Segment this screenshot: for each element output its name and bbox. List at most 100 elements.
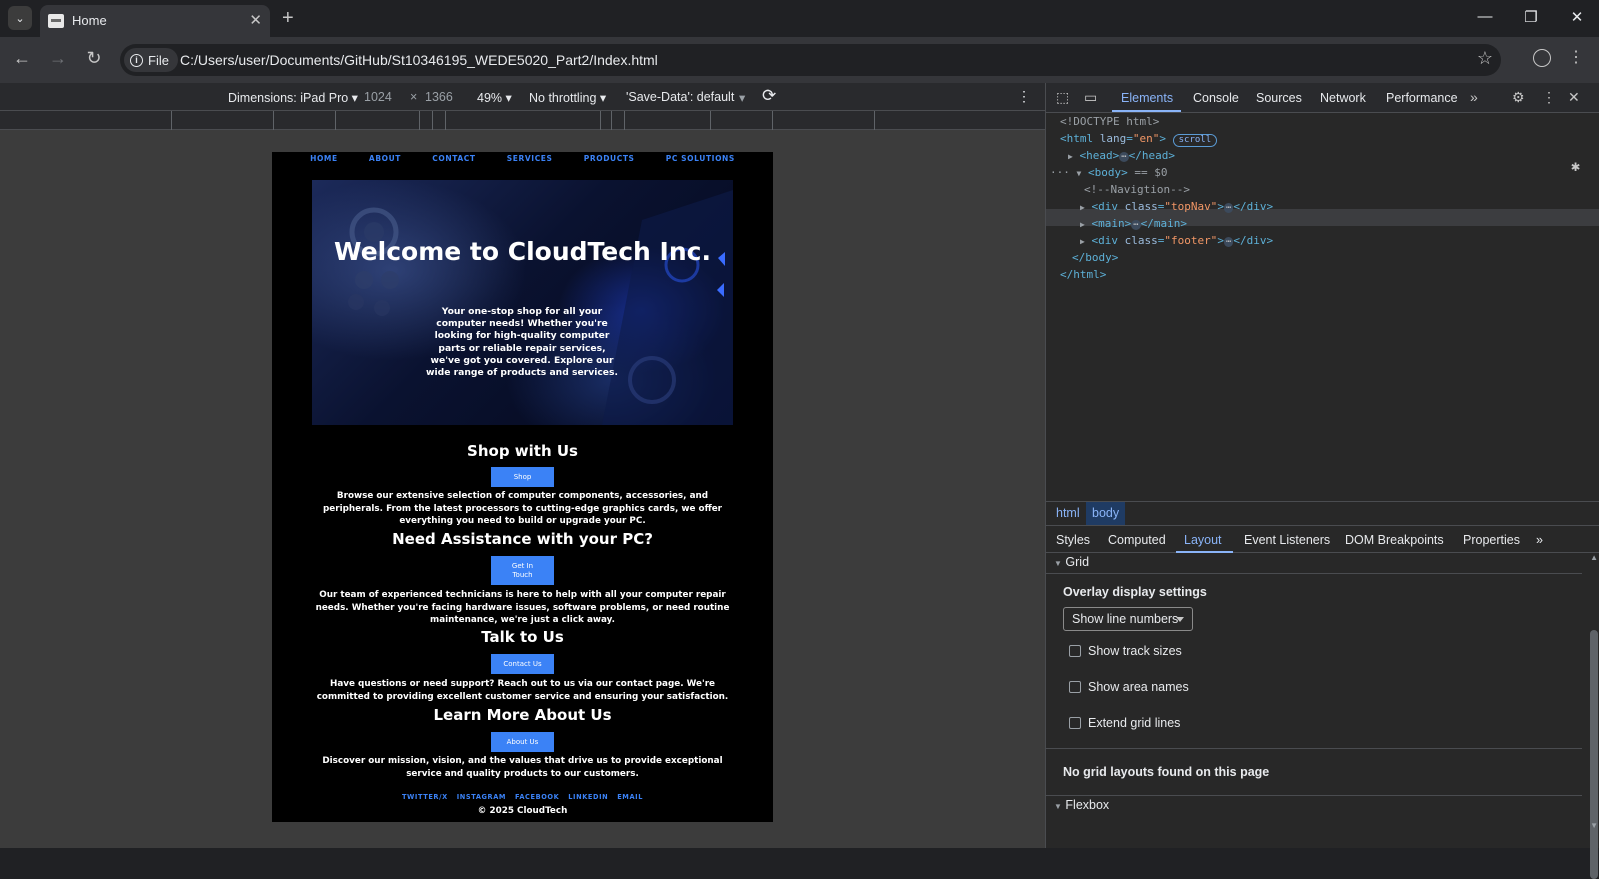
dom-head[interactable]: ▶ <head> ⋯ </head> — [1068, 147, 1175, 164]
emulated-page: HOME ABOUT CONTACT SERVICES PRODUCTS PC … — [272, 152, 773, 822]
show-track-sizes-checkbox[interactable] — [1069, 645, 1081, 657]
tab-sources[interactable]: Sources — [1256, 91, 1302, 105]
tab-search-button[interactable]: ⌄ — [8, 6, 32, 30]
accessibility-icon[interactable]: ✱ — [1571, 157, 1580, 175]
dom-comment[interactable]: <!--Navigtion--> — [1084, 181, 1190, 198]
show-area-names-checkbox[interactable] — [1069, 681, 1081, 693]
nav-products[interactable]: PRODUCTS — [584, 154, 635, 163]
dimensions-select[interactable]: Dimensions: iPad Pro ▾ — [228, 90, 358, 105]
dom-html[interactable]: <html lang="en"> scroll — [1060, 130, 1218, 147]
height-input[interactable]: 1366 — [425, 90, 453, 104]
extend-grid-lines-option[interactable]: Extend grid lines — [1069, 716, 1180, 730]
assistance-heading: Need Assistance with your PC? — [392, 530, 653, 548]
more-sub-tabs-icon[interactable]: » — [1536, 533, 1543, 547]
save-data-select[interactable]: 'Save-Data': default — [626, 90, 734, 104]
reload-icon[interactable]: ↻ — [83, 48, 105, 69]
tab-console[interactable]: Console — [1193, 91, 1239, 105]
menu-icon[interactable]: ⋮ — [1568, 47, 1584, 67]
hero-banner: Welcome to CloudTech Inc. Your one-stop … — [312, 180, 733, 425]
nav-pc-solutions[interactable]: PC SOLUTIONS — [666, 154, 735, 163]
shop-heading: Shop with Us — [467, 442, 578, 460]
address-bar[interactable]: i File C:/Users/user/Documents/GitHub/St… — [120, 44, 1501, 76]
zoom-select[interactable]: 49% ▾ — [477, 90, 512, 105]
close-devtools-icon[interactable]: ✕ — [1568, 89, 1580, 106]
info-icon: i — [130, 53, 143, 67]
dom-main[interactable]: ▶ <main> ⋯ </main> — [1080, 215, 1187, 232]
width-input[interactable]: 1024 — [364, 90, 392, 104]
shop-button[interactable]: Shop — [491, 467, 554, 487]
contact-us-button[interactable]: Contact Us — [491, 654, 554, 674]
footer-link-instagram[interactable]: INSTAGRAM — [457, 793, 506, 801]
footer-link-email[interactable]: EMAIL — [617, 793, 643, 801]
dom-footer-div[interactable]: ▶ <div class="footer"> ⋯ </div> — [1080, 232, 1273, 249]
about-us-button[interactable]: About Us — [491, 732, 554, 752]
scroll-up-icon[interactable]: ▲ — [1590, 553, 1598, 562]
tab-properties[interactable]: Properties — [1463, 533, 1520, 547]
dom-body[interactable]: ··· ▼ <body> == $0 — [1050, 164, 1167, 181]
more-tabs-icon[interactable]: » — [1470, 89, 1478, 105]
media-query-bar[interactable] — [0, 111, 1045, 130]
back-icon[interactable]: ← — [11, 48, 33, 69]
footer-link-facebook[interactable]: FACEBOOK — [515, 793, 559, 801]
grid-section-header[interactable]: ▼ Grid — [1054, 555, 1089, 569]
footer-link-linkedin[interactable]: LINKEDIN — [568, 793, 608, 801]
nav-contact[interactable]: CONTACT — [432, 154, 475, 163]
footer-link-twitter[interactable]: TWITTER/X — [402, 793, 448, 801]
tab-computed[interactable]: Computed — [1108, 533, 1166, 547]
restore-icon[interactable]: ❐ — [1521, 8, 1541, 26]
layout-pane: ▼ Grid Overlay display settings Show lin… — [1046, 553, 1599, 879]
tab-strip: ⌄ Home ✕ + — ❐ ✕ — [0, 0, 1599, 37]
new-tab-button[interactable]: + — [282, 6, 294, 30]
device-more-icon[interactable]: ⋮ — [1017, 88, 1031, 105]
show-track-sizes-label: Show track sizes — [1088, 644, 1182, 658]
show-area-names-option[interactable]: Show area names — [1069, 680, 1189, 694]
tab-elements[interactable]: Elements — [1121, 91, 1173, 105]
tab-layout[interactable]: Layout — [1184, 533, 1222, 547]
profile-icon[interactable] — [1533, 49, 1551, 67]
settings-gear-icon[interactable]: ⚙ — [1512, 89, 1525, 106]
no-grid-message: No grid layouts found on this page — [1063, 765, 1270, 779]
scroll-badge[interactable]: scroll — [1172, 134, 1218, 147]
save-data-chevron-icon[interactable]: ▾ — [739, 90, 745, 105]
dom-doctype[interactable]: <!DOCTYPE html> — [1060, 113, 1159, 130]
url-text[interactable]: C:/Users/user/Documents/GitHub/St1034619… — [180, 52, 658, 68]
layout-scrollbar[interactable] — [1590, 630, 1598, 879]
scroll-down-icon[interactable]: ▼ — [1590, 821, 1598, 830]
flexbox-section-header[interactable]: ▼ Flexbox — [1054, 798, 1109, 812]
dom-topnav-div[interactable]: ▶ <div class="topNav"> ⋯ </div> — [1080, 198, 1273, 215]
breadcrumb-html[interactable]: html — [1056, 506, 1080, 520]
line-numbers-select[interactable]: Show line numbers — [1063, 607, 1193, 631]
extend-grid-lines-checkbox[interactable] — [1069, 717, 1081, 729]
devtools-tabbar: ⬚ ▭ Elements Console Sources Network Per… — [1046, 83, 1599, 113]
device-toggle-icon[interactable]: ▭ — [1084, 89, 1097, 106]
close-window-icon[interactable]: ✕ — [1567, 8, 1587, 26]
breadcrumb-body[interactable]: body — [1086, 502, 1126, 525]
rotate-icon[interactable]: ⟳ — [762, 86, 776, 106]
dom-body-close[interactable]: </body> — [1072, 249, 1118, 266]
site-info-chip[interactable]: i File — [124, 48, 178, 72]
tab-network[interactable]: Network — [1320, 91, 1366, 105]
tab-event-listeners[interactable]: Event Listeners — [1244, 533, 1330, 547]
tab-styles[interactable]: Styles — [1056, 533, 1090, 547]
minimize-icon[interactable]: — — [1475, 8, 1495, 25]
devtools-menu-icon[interactable]: ⋮ — [1542, 89, 1556, 106]
dom-html-close[interactable]: </html> — [1060, 266, 1106, 283]
throttling-select[interactable]: No throttling ▾ — [529, 90, 606, 105]
tab-dom-breakpoints[interactable]: DOM Breakpoints — [1345, 533, 1444, 547]
site-chip-label: File — [148, 52, 169, 68]
tab-performance[interactable]: Performance — [1386, 91, 1458, 105]
about-text: Discover our mission, vision, and the va… — [322, 756, 723, 779]
bookmark-star-icon[interactable]: ☆ — [1477, 48, 1493, 69]
times-sign: × — [410, 90, 418, 104]
nav-home[interactable]: HOME — [310, 154, 338, 163]
sidebar-tabs: Styles Computed Layout Event Listeners D… — [1046, 525, 1599, 553]
nav-services[interactable]: SERVICES — [507, 154, 553, 163]
show-track-sizes-option[interactable]: Show track sizes — [1069, 644, 1182, 658]
hero-text: Your one-stop shop for all your computer… — [426, 306, 618, 379]
forward-icon[interactable]: → — [47, 48, 69, 69]
nav-about[interactable]: ABOUT — [369, 154, 401, 163]
tab-home[interactable]: Home ✕ — [40, 5, 270, 37]
get-in-touch-button[interactable]: Get In Touch — [491, 556, 554, 585]
tab-close-icon[interactable]: ✕ — [249, 11, 262, 29]
inspect-element-icon[interactable]: ⬚ — [1056, 89, 1069, 106]
